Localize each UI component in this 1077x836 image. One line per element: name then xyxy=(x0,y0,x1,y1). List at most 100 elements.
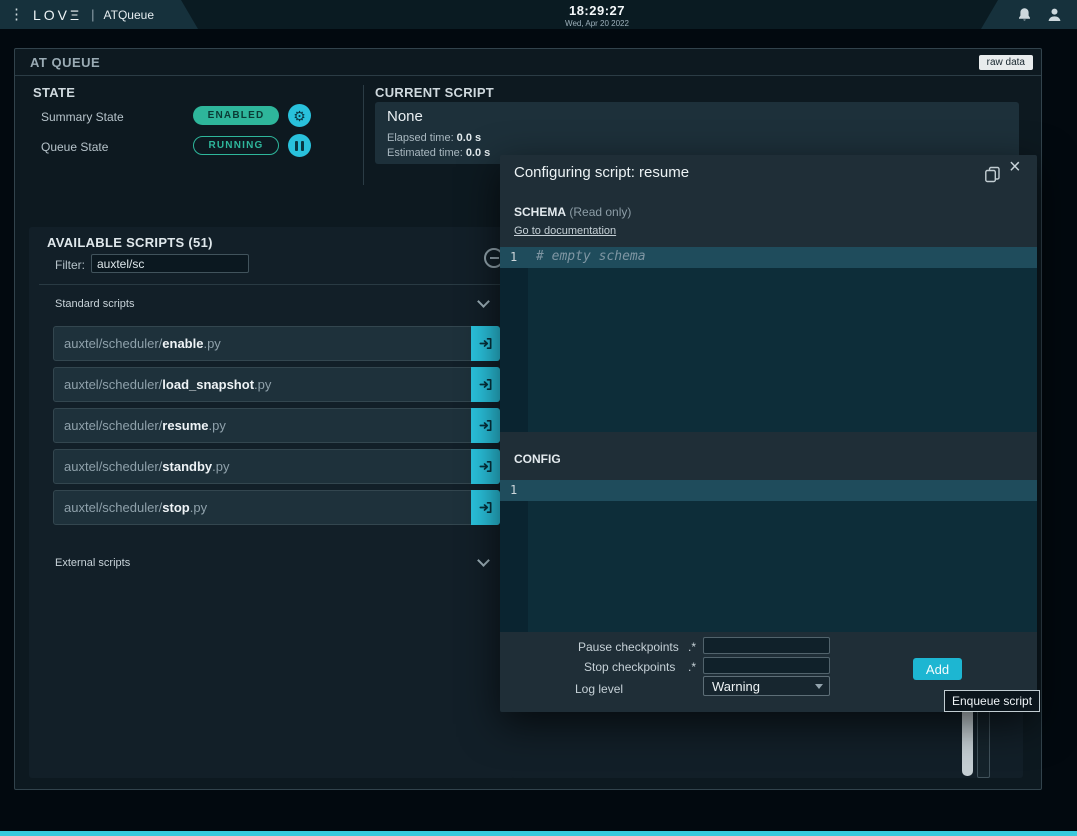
stop-checkpoints-input[interactable] xyxy=(703,657,830,674)
screen: ⋮ LOVΞ | ATQueue 18:29:27 Wed, Apr 20 20… xyxy=(0,0,1077,836)
schema-code: # empty schema xyxy=(536,249,646,264)
active-line-highlight xyxy=(500,480,1037,501)
bottom-accent-bar xyxy=(0,831,1077,836)
filter-label: Filter: xyxy=(55,258,85,272)
log-level-label: Log level xyxy=(575,682,623,696)
topbar: ⋮ LOVΞ | ATQueue 18:29:27 Wed, Apr 20 20… xyxy=(0,0,1077,29)
line-number: 1 xyxy=(510,250,517,264)
filter-input[interactable] xyxy=(91,254,249,273)
log-level-select[interactable]: Warning xyxy=(703,676,830,696)
script-ext: .py xyxy=(190,500,207,515)
menu-icon[interactable]: ⋮ xyxy=(9,7,24,22)
enqueue-arrow-icon xyxy=(478,459,493,474)
logo-divider: | xyxy=(91,7,94,22)
stop-regex-hint: .* xyxy=(688,660,696,674)
script-prefix: auxtel/scheduler/ xyxy=(64,377,162,392)
close-icon[interactable]: × xyxy=(1009,157,1021,177)
configure-script-button[interactable] xyxy=(471,326,500,361)
script-prefix: auxtel/scheduler/ xyxy=(64,418,162,433)
clock: 18:29:27 Wed, Apr 20 2022 xyxy=(497,3,697,28)
state-section-title: STATE xyxy=(33,85,75,100)
enqueue-arrow-icon xyxy=(478,336,493,351)
script-name: standby xyxy=(162,459,212,474)
chevron-down-icon xyxy=(815,684,823,689)
copy-icon[interactable] xyxy=(984,166,1001,183)
script-prefix: auxtel/scheduler/ xyxy=(64,459,162,474)
topbar-right xyxy=(981,0,1077,29)
elapsed-time: Elapsed time:0.0 s xyxy=(387,132,481,144)
script-ext: .py xyxy=(203,336,220,351)
script-ext: .py xyxy=(212,459,229,474)
current-script-name: None xyxy=(387,108,423,125)
pause-checkpoints-label: Pause checkpoints xyxy=(578,640,679,654)
enqueue-script-tooltip: Enqueue script xyxy=(944,690,1040,712)
editor-gutter xyxy=(500,480,528,632)
script-path: auxtel/scheduler/standby.py xyxy=(64,450,229,483)
love-logo: LOVΞ xyxy=(33,7,82,23)
summary-state-label: Summary State xyxy=(41,110,124,124)
filter-divider xyxy=(39,284,505,285)
user-icon[interactable] xyxy=(1047,7,1062,22)
summary-state-settings-button[interactable]: ⚙ xyxy=(288,104,311,127)
stop-checkpoints-label: Stop checkpoints xyxy=(584,660,675,674)
config-editor[interactable]: 1 xyxy=(500,480,1037,632)
config-title: CONFIG xyxy=(514,452,561,466)
available-scripts-panel: AVAILABLE SCRIPTS (51) Filter: Standard … xyxy=(29,227,515,778)
add-button[interactable]: Add xyxy=(913,658,962,680)
script-name: stop xyxy=(162,500,189,515)
summary-state-badge: ENABLED xyxy=(193,106,279,125)
pause-checkpoints-input[interactable] xyxy=(703,637,830,654)
topbar-left: ⋮ LOVΞ | ATQueue xyxy=(0,0,198,29)
chevron-down-icon[interactable] xyxy=(477,295,490,308)
estimated-time-label: Estimated time: xyxy=(387,147,463,159)
clock-date: Wed, Apr 20 2022 xyxy=(497,19,697,28)
chevron-down-icon[interactable] xyxy=(477,554,490,567)
current-script-title: CURRENT SCRIPT xyxy=(375,85,494,100)
configure-script-button[interactable] xyxy=(471,490,500,525)
elapsed-time-label: Elapsed time: xyxy=(387,132,454,144)
panel-title: AT QUEUE xyxy=(30,55,100,70)
schema-heading: SCHEMA (Read only) xyxy=(514,205,631,219)
script-name: resume xyxy=(162,418,208,433)
line-number: 1 xyxy=(510,483,517,497)
script-row: auxtel/scheduler/standby.py xyxy=(53,449,500,484)
clock-time: 18:29:27 xyxy=(497,3,697,18)
schema-readonly-label: (Read only) xyxy=(569,205,631,219)
queue-state-badge: RUNNING xyxy=(193,136,279,155)
script-path: auxtel/scheduler/resume.py xyxy=(64,409,226,442)
estimated-time-value: 0.0 s xyxy=(466,147,490,159)
script-prefix: auxtel/scheduler/ xyxy=(64,336,162,351)
configure-script-button[interactable] xyxy=(471,408,500,443)
raw-data-button[interactable]: raw data xyxy=(979,55,1033,70)
editor-gutter xyxy=(500,247,528,432)
enqueue-arrow-icon xyxy=(478,377,493,392)
script-path: auxtel/scheduler/enable.py xyxy=(64,327,221,360)
script-name: enable xyxy=(162,336,203,351)
script-row: auxtel/scheduler/enable.py xyxy=(53,326,500,361)
configure-script-button[interactable] xyxy=(471,449,500,484)
schema-editor: 1 # empty schema xyxy=(500,247,1037,432)
script-ext: .py xyxy=(254,377,271,392)
notifications-bell-icon[interactable] xyxy=(1017,7,1032,23)
pause-queue-button[interactable] xyxy=(288,134,311,157)
script-ext: .py xyxy=(209,418,226,433)
pause-regex-hint: .* xyxy=(688,640,696,654)
log-level-value: Warning xyxy=(712,679,815,694)
configure-script-modal: Configuring script: resume × SCHEMA (Rea… xyxy=(500,155,1037,712)
estimated-time: Estimated time:0.0 s xyxy=(387,147,490,159)
script-prefix: auxtel/scheduler/ xyxy=(64,500,162,515)
script-path: auxtel/scheduler/stop.py xyxy=(64,491,207,524)
elapsed-time-value: 0.0 s xyxy=(457,132,481,144)
script-row: auxtel/scheduler/resume.py xyxy=(53,408,500,443)
enqueue-arrow-icon xyxy=(478,500,493,515)
documentation-link[interactable]: Go to documentation xyxy=(514,225,616,237)
state-divider xyxy=(363,85,364,185)
pause-icon xyxy=(295,141,298,151)
panel-header: AT QUEUE raw data xyxy=(15,49,1041,76)
queue-state-label: Queue State xyxy=(41,140,108,154)
script-name: load_snapshot xyxy=(162,377,254,392)
configure-script-button[interactable] xyxy=(471,367,500,402)
standard-scripts-group-label: Standard scripts xyxy=(55,298,134,310)
gear-icon: ⚙ xyxy=(293,109,306,123)
schema-title: SCHEMA xyxy=(514,205,566,219)
